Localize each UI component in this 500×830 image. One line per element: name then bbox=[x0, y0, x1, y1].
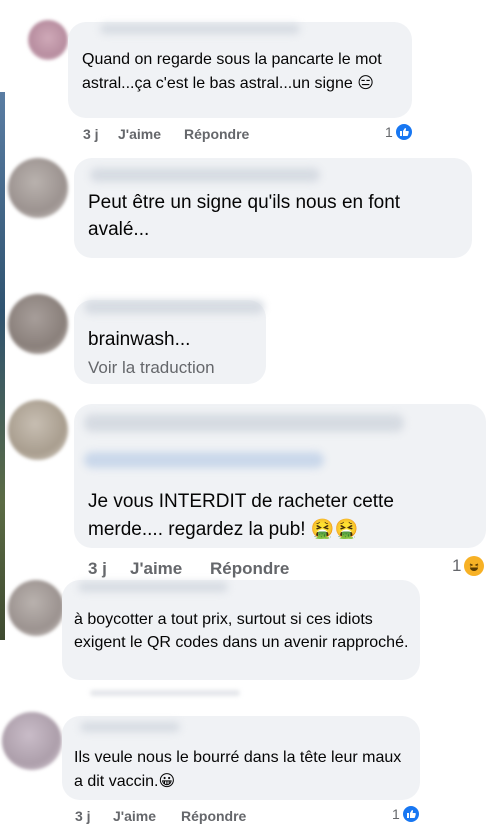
author-name-redacted bbox=[100, 24, 300, 34]
author-name-redacted bbox=[78, 582, 228, 592]
comment-text: Quand on regarde sous la pancarte le mot… bbox=[82, 51, 382, 92]
reaction-count[interactable]: 1 bbox=[385, 124, 412, 140]
like-action[interactable]: J'aime bbox=[118, 126, 161, 142]
author-name-redacted bbox=[84, 300, 264, 314]
like-reaction-icon bbox=[395, 124, 412, 140]
avatar[interactable] bbox=[8, 294, 68, 354]
comment-text: brainwash... bbox=[88, 329, 191, 350]
like-action[interactable]: J'aime bbox=[113, 808, 156, 824]
like-reaction-icon bbox=[402, 806, 419, 822]
vomiting-face-emoji: 🤮🤮 bbox=[310, 517, 359, 540]
reaction-count[interactable]: 1 bbox=[392, 806, 419, 822]
author-badge-redacted bbox=[84, 452, 324, 468]
avatar[interactable] bbox=[28, 20, 68, 60]
avatar[interactable] bbox=[2, 712, 62, 770]
avatar[interactable] bbox=[8, 158, 68, 218]
author-name-redacted bbox=[80, 722, 180, 732]
comment-text: à boycotter a tout prix, surtout si ces … bbox=[74, 611, 409, 651]
reaction-count[interactable]: 1 bbox=[452, 556, 485, 576]
hidden-actions-row bbox=[90, 690, 240, 696]
author-name-redacted bbox=[90, 168, 320, 182]
reply-action[interactable]: Répondre bbox=[181, 808, 246, 824]
timestamp[interactable]: 3 j bbox=[75, 808, 91, 824]
avatar[interactable] bbox=[8, 400, 68, 460]
reply-action[interactable]: Répondre bbox=[184, 126, 249, 142]
haha-reaction-icon bbox=[464, 556, 485, 576]
like-action[interactable]: J'aime bbox=[130, 559, 182, 579]
avatar[interactable] bbox=[8, 580, 64, 636]
see-translation-link[interactable]: Voir la traduction bbox=[88, 356, 215, 380]
reply-action[interactable]: Répondre bbox=[210, 559, 289, 579]
timestamp[interactable]: 3 j bbox=[88, 559, 107, 579]
author-name-redacted bbox=[84, 414, 404, 432]
grinning-emoji: 😀 bbox=[158, 770, 176, 790]
comment-text: Ils veule nous le bourré dans la tête le… bbox=[74, 749, 402, 790]
timestamp[interactable]: 3 j bbox=[83, 126, 99, 142]
comment-text: Peut être un signe qu'ils nous en font a… bbox=[88, 192, 401, 240]
background-image-edge bbox=[0, 92, 5, 640]
expressionless-emoji: 😑 bbox=[357, 72, 374, 92]
comment-text: Je vous INTERDIT de racheter cette merde… bbox=[88, 491, 394, 540]
